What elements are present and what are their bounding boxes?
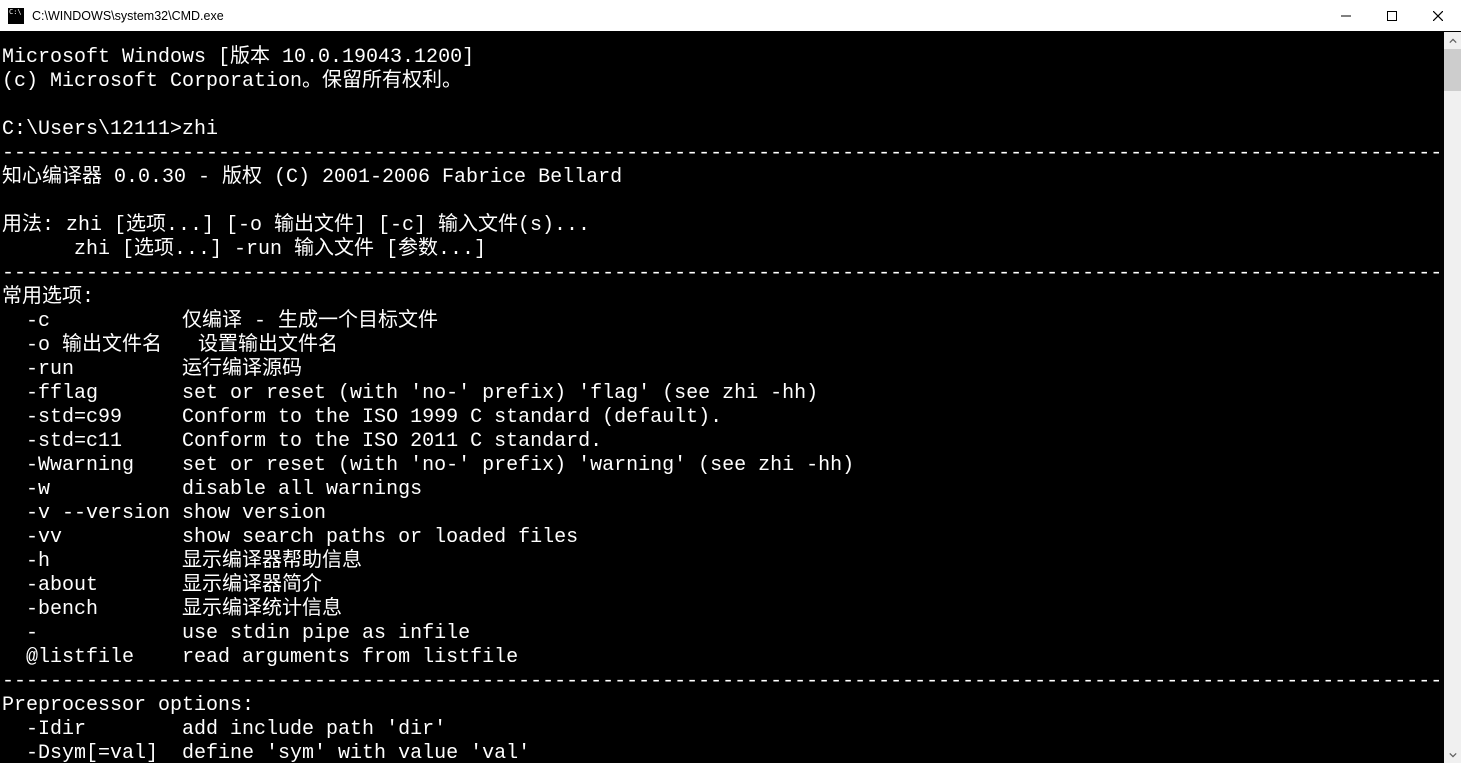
console-output[interactable]: Microsoft Windows [版本 10.0.19043.1200] (… (0, 32, 1444, 763)
scroll-track[interactable] (1444, 49, 1461, 746)
close-button[interactable] (1415, 0, 1461, 31)
chevron-down-icon (1449, 751, 1457, 759)
chevron-up-icon (1449, 37, 1457, 45)
titlebar: C:\WINDOWS\system32\CMD.exe (0, 0, 1461, 32)
cmd-icon (8, 8, 24, 24)
maximize-button[interactable] (1369, 0, 1415, 31)
maximize-icon (1387, 11, 1397, 21)
minimize-icon (1341, 11, 1351, 21)
close-icon (1433, 11, 1443, 21)
console-wrapper: Microsoft Windows [版本 10.0.19043.1200] (… (0, 32, 1461, 763)
window-title: C:\WINDOWS\system32\CMD.exe (30, 9, 1323, 23)
minimize-button[interactable] (1323, 0, 1369, 31)
scroll-down-button[interactable] (1444, 746, 1461, 763)
scroll-thumb[interactable] (1444, 49, 1461, 91)
window-controls (1323, 0, 1461, 31)
vertical-scrollbar[interactable] (1444, 32, 1461, 763)
scroll-up-button[interactable] (1444, 32, 1461, 49)
